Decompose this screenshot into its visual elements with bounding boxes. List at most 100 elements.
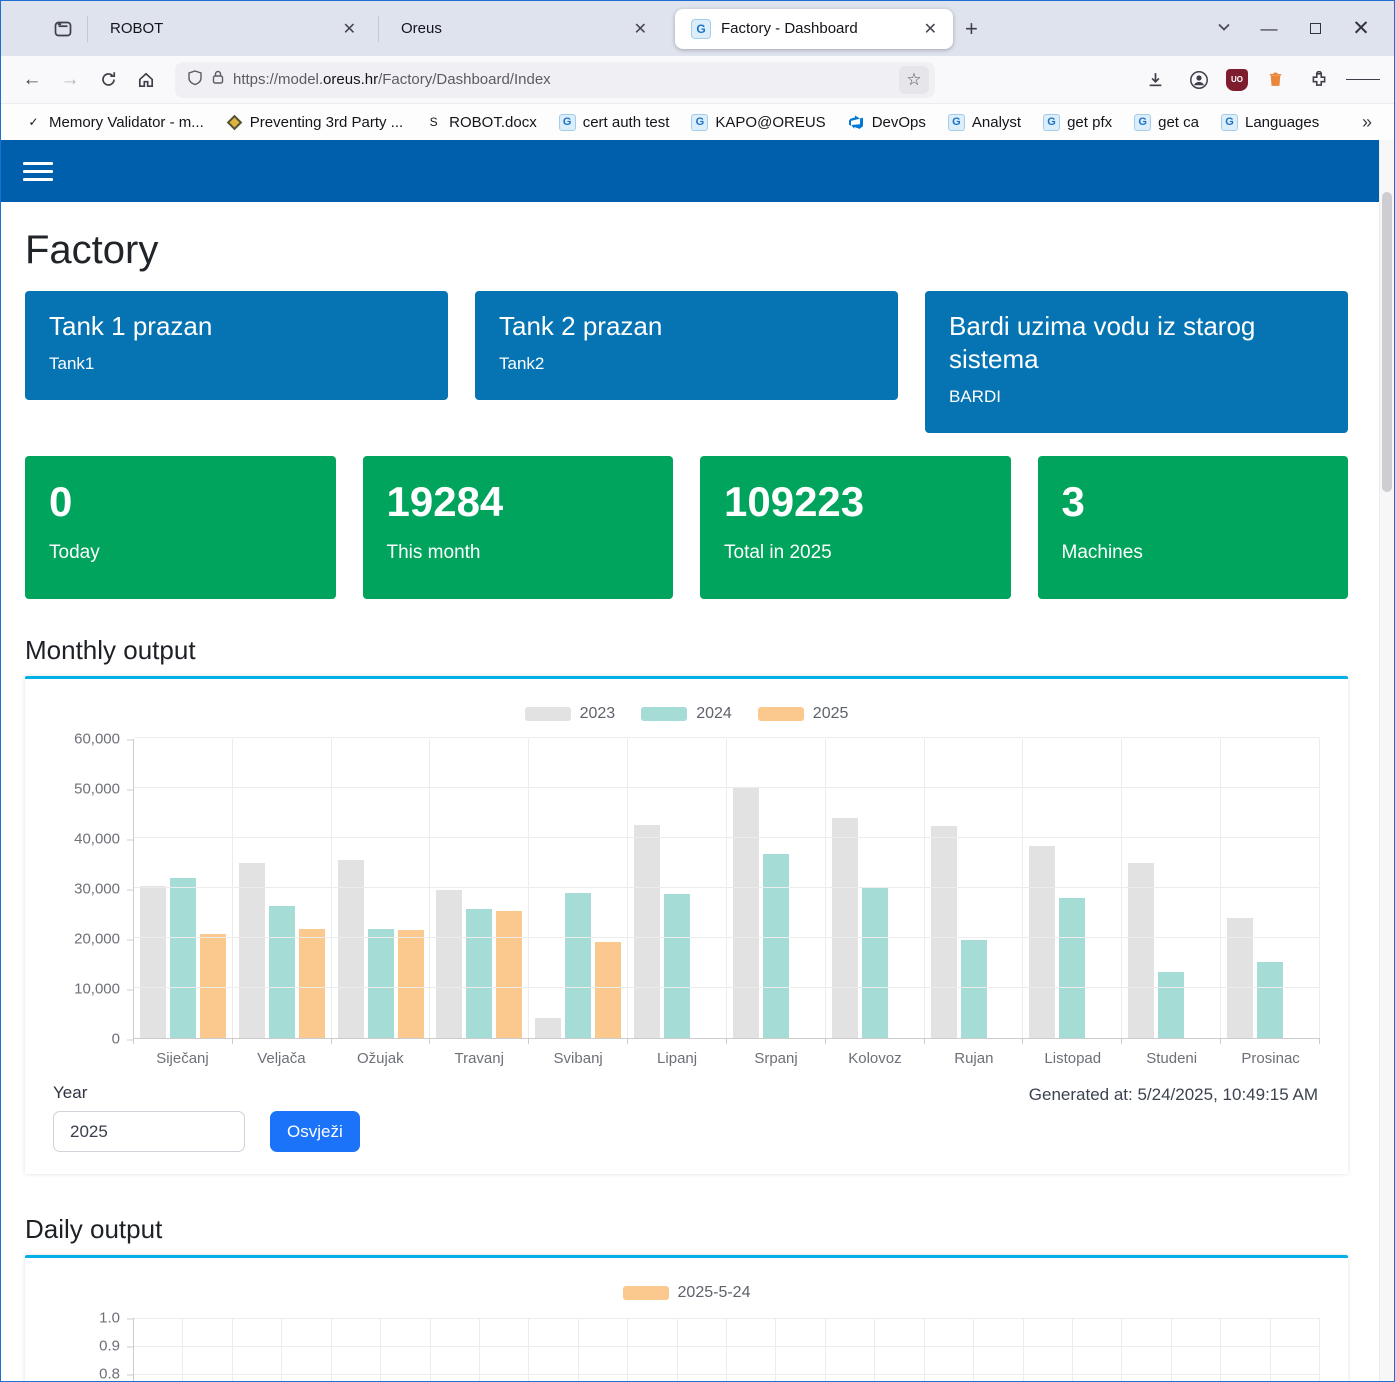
stat-card-today[interactable]: 0 Today <box>25 456 336 599</box>
legend-item-2024[interactable]: 2024 <box>641 705 732 723</box>
generated-at-text: Generated at: 5/24/2025, 10:49:15 AM <box>1029 1085 1318 1105</box>
y-axis-label: 20,000 <box>74 931 120 948</box>
tab-close-icon[interactable]: ✕ <box>337 17 362 41</box>
y-axis-label: 0.8 <box>99 1366 120 1382</box>
scrollbar-thumb[interactable] <box>1382 192 1392 492</box>
x-axis-label: Lipanj <box>628 1044 727 1067</box>
x-axis-label: Studeni <box>1122 1044 1221 1067</box>
grid-column <box>134 1318 183 1381</box>
bar-2025-Travanj <box>496 911 522 1039</box>
bookmark-star-icon[interactable]: ☆ <box>899 66 929 94</box>
account-icon[interactable] <box>1182 64 1216 96</box>
legend-item-2023[interactable]: 2023 <box>525 705 616 723</box>
bookmark-item[interactable]: GLanguages <box>1213 111 1327 134</box>
bookmark-item[interactable]: GKAPO@OREUS <box>683 111 833 134</box>
forward-icon[interactable]: → <box>53 64 87 96</box>
monthly-legend: 2023 2024 2025 <box>53 705 1320 723</box>
back-icon[interactable]: ← <box>15 64 49 96</box>
bar-2025-Veljača <box>299 929 325 1039</box>
stat-card-total[interactable]: 109223 Total in 2025 <box>700 456 1011 599</box>
bookmark-item[interactable]: DevOps <box>840 111 934 134</box>
tab-oreus[interactable]: Oreus ✕ <box>385 9 663 49</box>
browser-toolbar: ← → https://model.oreus.hr/Factory/Dashb… <box>1 56 1394 104</box>
legend-item-2025[interactable]: 2025 <box>758 705 849 723</box>
alert-card-tank1[interactable]: Tank 1 prazan Tank1 <box>25 291 448 400</box>
bookmark-item[interactable]: SROBOT.docx <box>417 111 545 134</box>
stat-label: Total in 2025 <box>724 542 987 564</box>
tab-close-icon[interactable]: ✕ <box>918 17 943 41</box>
g-favicon-icon: G <box>1134 114 1151 131</box>
tab-label: ROBOT <box>110 20 337 37</box>
url-text[interactable]: https://model.oreus.hr/Factory/Dashboard… <box>233 71 891 88</box>
bar-2025-Ožujak <box>398 930 424 1038</box>
bookmark-item[interactable]: GAnalyst <box>940 111 1029 134</box>
hamburger-menu-icon[interactable] <box>23 157 53 186</box>
window-close-button[interactable]: ✕ <box>1338 12 1384 46</box>
monthly-chart-card: 202320242025 010,00020,00030,00040,00050… <box>25 676 1348 1174</box>
list-tabs-chevron-icon[interactable] <box>1202 19 1246 38</box>
bar-group-Studeni <box>1122 739 1221 1038</box>
window-minimize-button[interactable]: — <box>1246 12 1292 46</box>
trash-extension-icon[interactable] <box>1258 64 1292 96</box>
legend-item-2025-5-24[interactable]: 2025-5-24 <box>623 1284 751 1302</box>
y-axis-label: 50,000 <box>74 781 120 798</box>
page-scrollbar[interactable] <box>1379 140 1394 1381</box>
azure-devops-icon <box>848 114 865 131</box>
alert-subtitle: BARDI <box>949 387 1324 407</box>
stat-label: Machines <box>1062 542 1325 564</box>
lock-icon[interactable] <box>211 69 225 90</box>
new-tab-button[interactable]: + <box>953 14 990 44</box>
alert-card-bardi[interactable]: Bardi uzima vodu iz starog sistema BARDI <box>925 291 1348 433</box>
legend-label: 2023 <box>580 705 616 723</box>
daily-plot-wrap: 1.00.90.80.7 <box>53 1318 1320 1381</box>
bookmark-item[interactable]: Gget ca <box>1126 111 1207 134</box>
legend-swatch <box>641 707 687 721</box>
firefox-view-icon[interactable] <box>45 12 81 46</box>
tab-close-icon[interactable]: ✕ <box>628 17 653 41</box>
bar-2024-Listopad <box>1059 898 1085 1038</box>
extensions-puzzle-icon[interactable] <box>1302 64 1336 96</box>
bar-2024-Lipanj <box>664 894 690 1039</box>
url-bar[interactable]: https://model.oreus.hr/Factory/Dashboard… <box>175 62 935 98</box>
home-icon[interactable] <box>129 64 163 96</box>
bar-group-Siječanj <box>134 739 233 1038</box>
stat-card-machines[interactable]: 3 Machines <box>1038 456 1349 599</box>
bookmark-item[interactable]: Gcert auth test <box>551 111 678 134</box>
grid-column <box>381 1318 430 1381</box>
bar-2025-Svibanj <box>595 942 621 1039</box>
page-viewport: Factory Tank 1 prazan Tank1 Tank 2 praza… <box>1 140 1394 1381</box>
gridline <box>134 737 1320 738</box>
grid-column <box>480 1318 529 1381</box>
window-maximize-button[interactable] <box>1292 12 1338 46</box>
bar-2023-Srpanj <box>733 788 759 1038</box>
year-input[interactable] <box>53 1111 245 1152</box>
gridline <box>134 937 1320 938</box>
menu-icon[interactable] <box>1346 64 1380 96</box>
alert-card-tank2[interactable]: Tank 2 prazan Tank2 <box>475 291 898 400</box>
bookmark-label: DevOps <box>872 114 926 131</box>
downloads-icon[interactable] <box>1138 64 1172 96</box>
ublock-origin-icon[interactable]: UO <box>1226 69 1248 91</box>
tab-strip: ROBOT ✕ Oreus ✕ G Factory - Dashboard ✕ … <box>1 1 1394 56</box>
bookmark-item[interactable]: ✓Memory Validator - m... <box>17 111 212 134</box>
bar-2023-Svibanj <box>535 1018 561 1038</box>
stat-value: 3 <box>1062 478 1325 526</box>
stat-card-this-month[interactable]: 19284 This month <box>363 456 674 599</box>
shield-icon[interactable] <box>187 69 203 91</box>
refresh-button[interactable]: Osvježi <box>270 1111 360 1152</box>
x-axis-label: Kolovoz <box>825 1044 924 1067</box>
reload-icon[interactable] <box>91 64 125 96</box>
grid-column <box>727 1318 776 1381</box>
site-favicon-g: G <box>691 19 711 39</box>
tab-factory-dashboard-active[interactable]: G Factory - Dashboard ✕ <box>675 9 953 49</box>
bookmark-label: cert auth test <box>583 114 670 131</box>
bookmarks-overflow-chevron-icon[interactable]: » <box>1356 112 1378 133</box>
bookmark-item[interactable]: Gget pfx <box>1035 111 1120 134</box>
grid-column <box>1073 1318 1122 1381</box>
y-axis-label: 0.9 <box>99 1338 120 1355</box>
stat-label: This month <box>387 542 650 564</box>
bar-2024-Veljača <box>269 906 295 1039</box>
bookmark-item[interactable]: Preventing 3rd Party ... <box>218 111 411 134</box>
bookmark-label: get pfx <box>1067 114 1112 131</box>
tab-robot[interactable]: ROBOT ✕ <box>94 9 372 49</box>
